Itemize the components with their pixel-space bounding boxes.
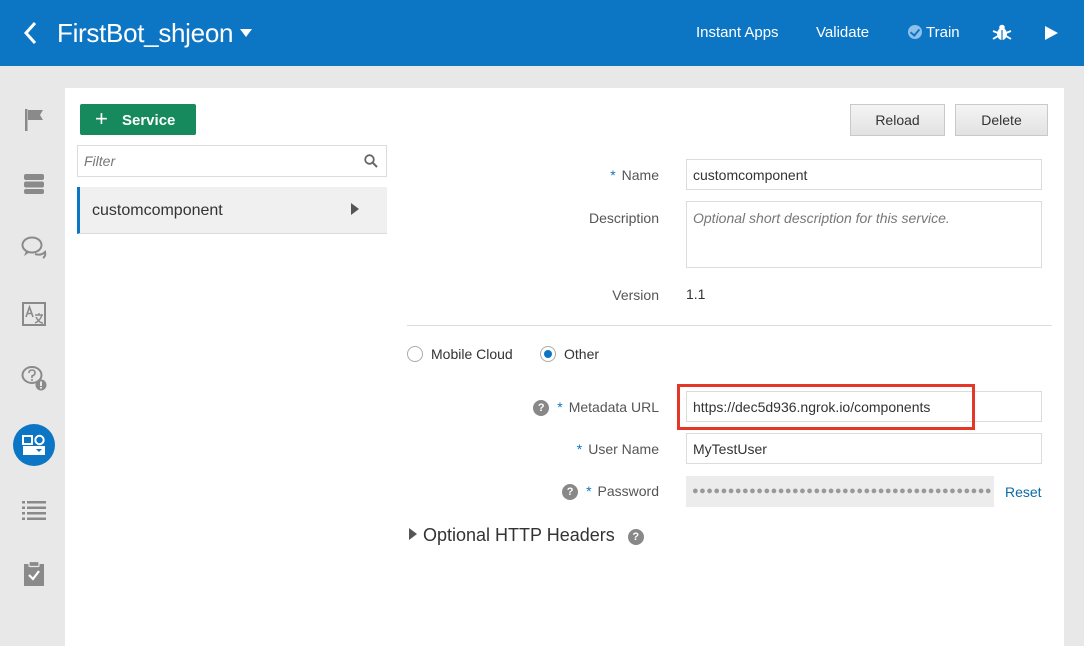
user-name-label: * User Name (540, 441, 659, 457)
question-chat-icon (21, 366, 47, 391)
clipboard-check-icon (24, 561, 44, 586)
name-label: * Name (560, 167, 659, 183)
rail-resource-bundles[interactable] (14, 294, 54, 334)
description-label: Description (588, 210, 659, 226)
left-nav-rail (0, 66, 65, 646)
add-service-button[interactable]: + Service (80, 104, 196, 135)
rail-components[interactable] (13, 424, 55, 466)
database-icon (24, 174, 44, 194)
add-service-label: Service (122, 112, 176, 129)
user-name-field[interactable]: MyTestUser (686, 433, 1042, 464)
rail-qna[interactable] (14, 358, 54, 398)
help-icon[interactable]: ? (627, 529, 644, 545)
version-value: 1.1 (686, 286, 706, 302)
radio-other-label: Other (564, 346, 600, 362)
rail-intents[interactable] (14, 100, 54, 140)
radio-circle-selected (540, 346, 556, 362)
radio-other[interactable]: Other (540, 346, 599, 362)
annotation-highlight-box (677, 384, 975, 430)
train-label: Train (926, 24, 960, 41)
validate-link[interactable]: Validate (816, 24, 869, 41)
search-icon[interactable] (364, 154, 378, 168)
top-header-bar: FirstBot_shjeon Instant Apps Validate Tr… (0, 0, 1084, 66)
rail-tests[interactable] (14, 554, 54, 594)
required-marker: * (576, 441, 583, 457)
reload-button[interactable]: Reload (850, 104, 945, 136)
filter-input[interactable] (78, 146, 348, 176)
components-icon (22, 434, 45, 455)
description-field[interactable]: Optional short description for this serv… (686, 201, 1042, 268)
metadata-url-label: ? * Metadata URL (500, 399, 659, 416)
user-name-label-text: User Name (588, 441, 659, 457)
optional-http-headers-toggle[interactable]: Optional HTTP Headers ? (409, 525, 652, 546)
radio-circle (407, 346, 423, 362)
expand-triangle-icon (409, 528, 417, 540)
flag-icon (25, 109, 43, 131)
instant-apps-link[interactable]: Instant Apps (696, 24, 779, 41)
required-marker: * (557, 399, 563, 415)
chat-bubbles-icon (21, 236, 47, 259)
delete-button[interactable]: Delete (955, 104, 1048, 136)
rail-entities[interactable] (14, 164, 54, 204)
translate-icon (22, 302, 46, 326)
rail-flows[interactable] (14, 228, 54, 268)
name-field[interactable]: customcomponent (686, 159, 1042, 190)
radio-mobile-cloud[interactable]: Mobile Cloud (407, 346, 513, 362)
back-chevron-icon[interactable] (20, 20, 42, 46)
bot-switcher-caret-icon[interactable] (240, 29, 252, 37)
debug-bug-icon[interactable] (992, 23, 1012, 43)
metadata-url-label-text: Metadata URL (568, 399, 659, 415)
list-icon (22, 501, 46, 520)
bot-title: FirstBot_shjeon (57, 18, 234, 48)
help-icon[interactable]: ? (533, 400, 550, 416)
plus-icon: + (95, 106, 108, 131)
service-item-label: customcomponent (92, 202, 223, 219)
train-link[interactable]: Train (908, 24, 960, 41)
chevron-right-icon (351, 203, 359, 215)
password-label-text: Password (597, 483, 659, 499)
filter-box (77, 145, 387, 177)
service-list-item[interactable]: customcomponent (77, 187, 387, 234)
optional-http-headers-label: Optional HTTP Headers (423, 525, 615, 545)
section-divider (407, 325, 1052, 326)
password-label: ? * Password (520, 483, 659, 500)
password-field[interactable]: ●●●●●●●●●●●●●●●●●●●●●●●●●●●●●●●●●●●●●●●●… (686, 476, 994, 507)
name-label-text: Name (621, 167, 659, 183)
version-label: Version (612, 287, 659, 303)
trained-check-icon (908, 25, 922, 39)
required-marker: * (586, 483, 592, 499)
preview-play-icon[interactable] (1045, 26, 1058, 40)
required-marker: * (610, 167, 616, 183)
rail-logs[interactable] (14, 490, 54, 530)
reset-password-link[interactable]: Reset (1005, 484, 1042, 500)
radio-mobile-cloud-label: Mobile Cloud (431, 346, 513, 362)
help-icon[interactable]: ? (562, 484, 579, 500)
